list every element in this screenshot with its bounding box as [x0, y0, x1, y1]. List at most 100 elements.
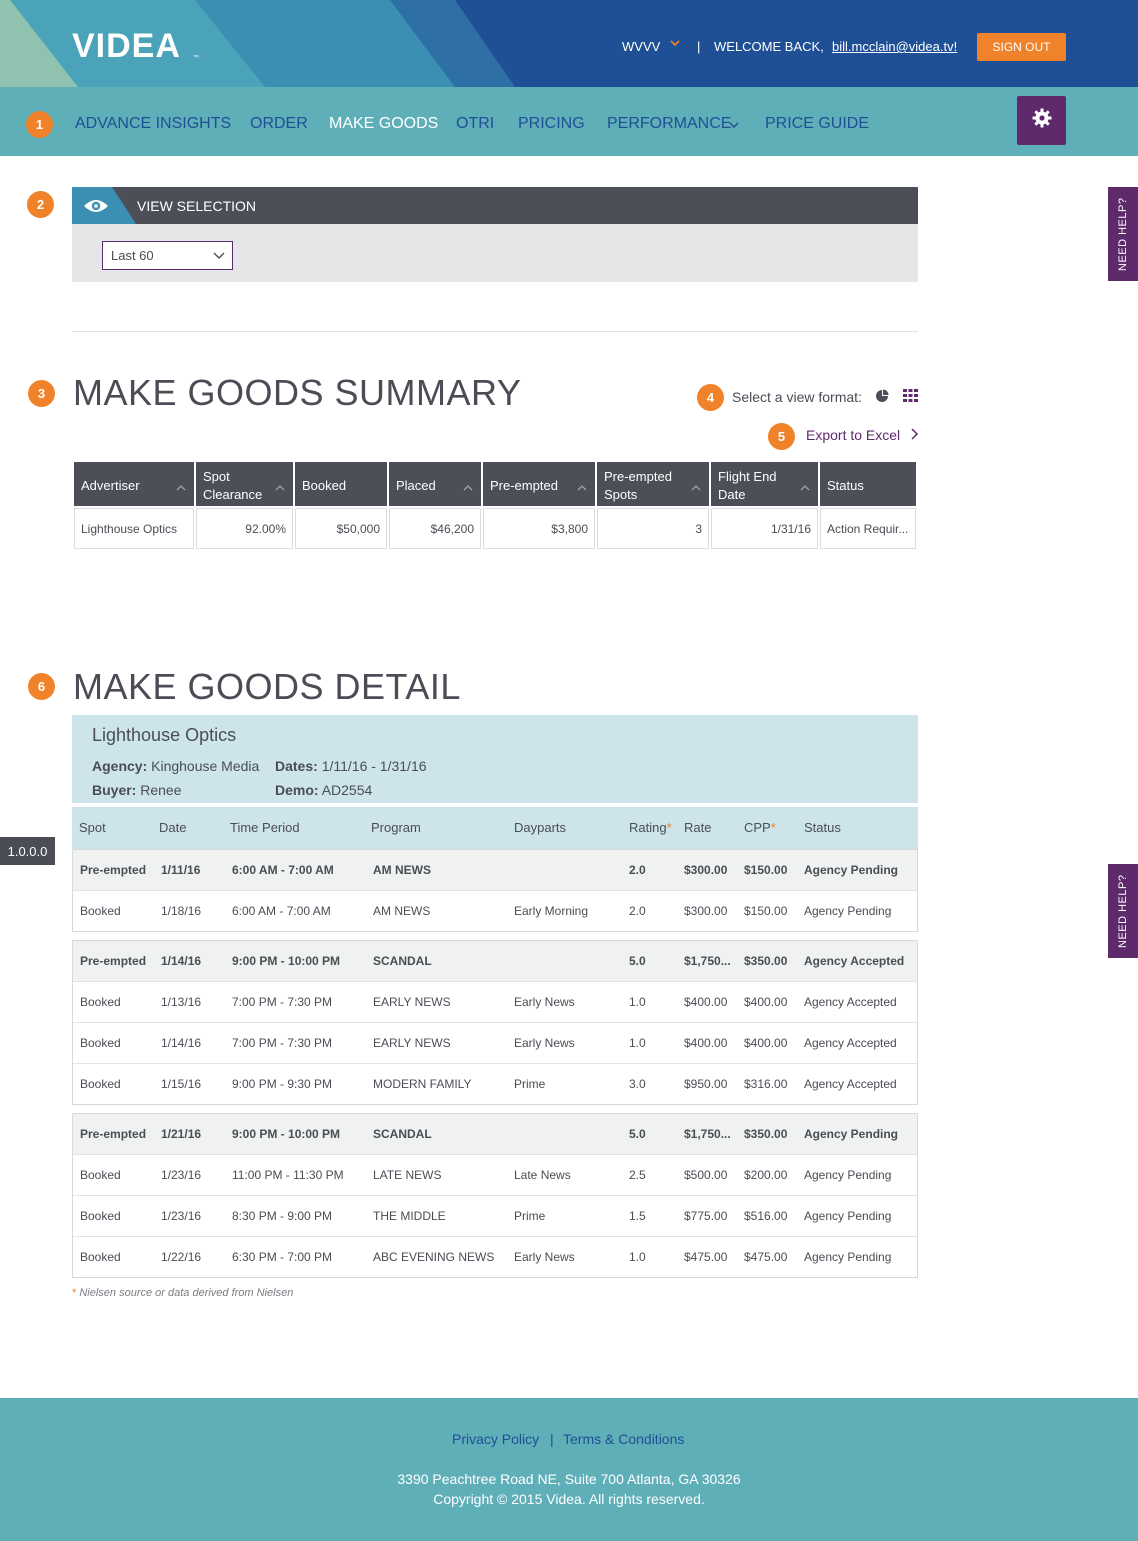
pie-chart-icon[interactable]	[875, 389, 889, 408]
detail-cell-rating: 1.0	[629, 995, 646, 1009]
sort-icon[interactable]	[691, 479, 701, 497]
step-badge: 4	[697, 384, 724, 411]
detail-cell-rate: $400.00	[684, 1036, 728, 1050]
detail-cell-program: SCANDAL	[373, 1127, 432, 1141]
sort-icon[interactable]	[800, 479, 810, 497]
summary-title: MAKE GOODS SUMMARY	[73, 372, 522, 413]
need-help-tab[interactable]: NEED HELP?	[1108, 187, 1138, 281]
summary-col-pre-empted-spots[interactable]: Pre-empted Spots	[597, 462, 709, 506]
footnote-text: Nielsen source or data derived from Niel…	[79, 1287, 294, 1299]
detail-cell-cpp: $475.00	[744, 1250, 788, 1264]
detail-cell-time-period: 7:00 PM - 7:30 PM	[232, 1036, 333, 1050]
sort-icon[interactable]	[577, 479, 587, 497]
pre-empted-row[interactable]: Pre-empted 1/11/16 6:00 AM - 7:00 AM AM NEW…	[73, 850, 917, 891]
detail-cell-rating: 2.5	[629, 1168, 646, 1182]
header-separator: |	[697, 39, 701, 54]
booked-row[interactable]: Booked 1/13/16 7:00 PM - 7:30 PM EARLY NEWS…	[73, 982, 917, 1023]
detail-col-status: Status	[804, 820, 841, 835]
summary-col-status[interactable]: Status	[820, 462, 916, 506]
videa-logo[interactable]: VIDEA	[72, 27, 181, 66]
booked-row[interactable]: Booked 1/14/16 7:00 PM - 7:30 PM EARLY NEWS…	[73, 1023, 917, 1064]
detail-cell-time-period: 8:30 PM - 9:00 PM	[232, 1209, 333, 1223]
detail-cell-rate: $475.00	[684, 1250, 728, 1264]
detail-col-time-period: Time Period	[230, 820, 300, 835]
detail-cell-cpp: $400.00	[744, 995, 788, 1009]
station-selector[interactable]: WVVV	[622, 39, 660, 54]
detail-col-cpp: CPP*	[744, 820, 776, 835]
detail-col-dayparts: Dayparts	[514, 820, 567, 835]
detail-cell-spot: Booked	[80, 1250, 121, 1264]
detail-cell-cpp: $150.00	[744, 904, 788, 918]
detail-demo: Demo: AD2554	[275, 782, 372, 798]
detail-cell-dayparts	[514, 941, 628, 981]
version-tag: 1.0.0.0	[0, 837, 55, 865]
detail-col-rating: Rating*	[629, 820, 672, 835]
summary-cell-status: Action Requir...	[820, 508, 916, 549]
detail-cell-status: Agency Accepted	[804, 1036, 897, 1050]
step-badge: 3	[28, 380, 55, 407]
booked-row[interactable]: Booked 1/22/16 6:30 PM - 7:00 PM ABC EVENIN…	[73, 1237, 917, 1278]
summary-col-advertiser[interactable]: Advertiser	[74, 462, 194, 506]
grid-view-icon[interactable]	[903, 389, 918, 407]
sign-out-button[interactable]: SIGN OUT	[977, 33, 1066, 61]
detail-cell-status: Agency Pending	[804, 1127, 899, 1141]
nav-pricing[interactable]: PRICING	[518, 115, 585, 133]
privacy-policy-link[interactable]: Privacy Policy	[452, 1431, 539, 1447]
nav-otri[interactable]: OTRI	[456, 115, 494, 133]
detail-cell-spot: Booked	[80, 1209, 121, 1223]
detail-cell-status: Agency Pending	[804, 1168, 892, 1182]
column-label: Pre-empted	[490, 478, 558, 493]
summary-col-flight-end-date[interactable]: Flight End Date	[711, 462, 818, 506]
summary-cell-placed: $46,200	[389, 508, 481, 549]
nav-make-goods[interactable]: MAKE GOODS	[329, 115, 438, 133]
booked-row[interactable]: Booked 1/23/16 8:30 PM - 9:00 PM THE MIDDLE…	[73, 1196, 917, 1237]
booked-row[interactable]: Booked 1/23/16 11:00 PM - 11:30 PM LATE NEW…	[73, 1155, 917, 1196]
summary-col-placed[interactable]: Placed	[389, 462, 481, 506]
summary-col-spot-clearance[interactable]: Spot Clearance	[196, 462, 293, 506]
nav-advance-insights[interactable]: ADVANCE INSIGHTS	[75, 115, 231, 133]
nielsen-footnote: * Nielsen source or data derived from Ni…	[72, 1287, 293, 1299]
detail-cell-spot: Pre-empted	[80, 1127, 147, 1141]
summary-cell-advertiser[interactable]: Lighthouse Optics	[74, 508, 194, 549]
sort-icon[interactable]	[176, 479, 186, 497]
settings-button[interactable]	[1017, 96, 1066, 145]
detail-cell-program: MODERN FAMILY	[373, 1077, 472, 1091]
demo-label: Demo:	[275, 782, 319, 798]
detail-cell-time-period: 7:00 PM - 7:30 PM	[232, 995, 333, 1009]
summary-col-pre-empted[interactable]: Pre-empted	[483, 462, 595, 506]
export-to-excel-link[interactable]: Export to Excel	[806, 427, 900, 443]
detail-cell-date: 1/14/16	[161, 1036, 202, 1050]
detail-cell-rate: $300.00	[684, 863, 728, 877]
period-select[interactable]: Last 60	[102, 241, 233, 270]
buyer-label: Buyer:	[92, 782, 137, 798]
detail-cell-status: Agency Accepted	[804, 995, 897, 1009]
chevron-down-icon[interactable]	[670, 38, 680, 51]
detail-title: MAKE GOODS DETAIL	[73, 666, 461, 707]
pre-empted-row[interactable]: Pre-empted 1/21/16 9:00 PM - 10:00 PM SCAND…	[73, 1114, 917, 1155]
detail-cell-rating: 2.0	[629, 904, 646, 918]
sort-icon[interactable]	[275, 479, 285, 497]
detail-cell-date: 1/13/16	[161, 995, 202, 1009]
detail-cell-status: Agency Pending	[804, 863, 899, 877]
need-help-tab[interactable]: NEED HELP?	[1108, 864, 1138, 958]
logo-trademark: ™	[193, 55, 199, 61]
chevron-right-icon[interactable]	[909, 427, 919, 446]
chevron-down-icon[interactable]	[729, 117, 739, 135]
footer	[0, 1398, 1138, 1541]
user-email-link[interactable]: bill.mcclain@videa.tv!	[832, 39, 957, 54]
nav-price-guide[interactable]: PRICE GUIDE	[765, 115, 869, 133]
pre-empted-row[interactable]: Pre-empted 1/14/16 9:00 PM - 10:00 PM SCAND…	[73, 941, 917, 982]
detail-cell-program: EARLY NEWS	[373, 1036, 451, 1050]
sort-icon[interactable]	[463, 479, 473, 497]
detail-cell-program: EARLY NEWS	[373, 995, 451, 1009]
summary-col-booked[interactable]: Booked	[295, 462, 387, 506]
summary-cell-flight-end-date: 1/31/16	[711, 508, 818, 549]
booked-row[interactable]: Booked 1/15/16 9:00 PM - 9:30 PM MODERN FAM…	[73, 1064, 917, 1105]
nav-performance[interactable]: PERFORMANCE	[607, 115, 731, 133]
terms-link[interactable]: Terms & Conditions	[563, 1431, 684, 1447]
booked-row[interactable]: Booked 1/18/16 6:00 AM - 7:00 AM AM NEWS Ear…	[73, 891, 917, 932]
column-label: Status	[827, 478, 864, 493]
detail-cell-dayparts: Prime	[514, 1077, 546, 1091]
nav-order[interactable]: ORDER	[250, 115, 308, 133]
column-label: Placed	[396, 478, 436, 493]
